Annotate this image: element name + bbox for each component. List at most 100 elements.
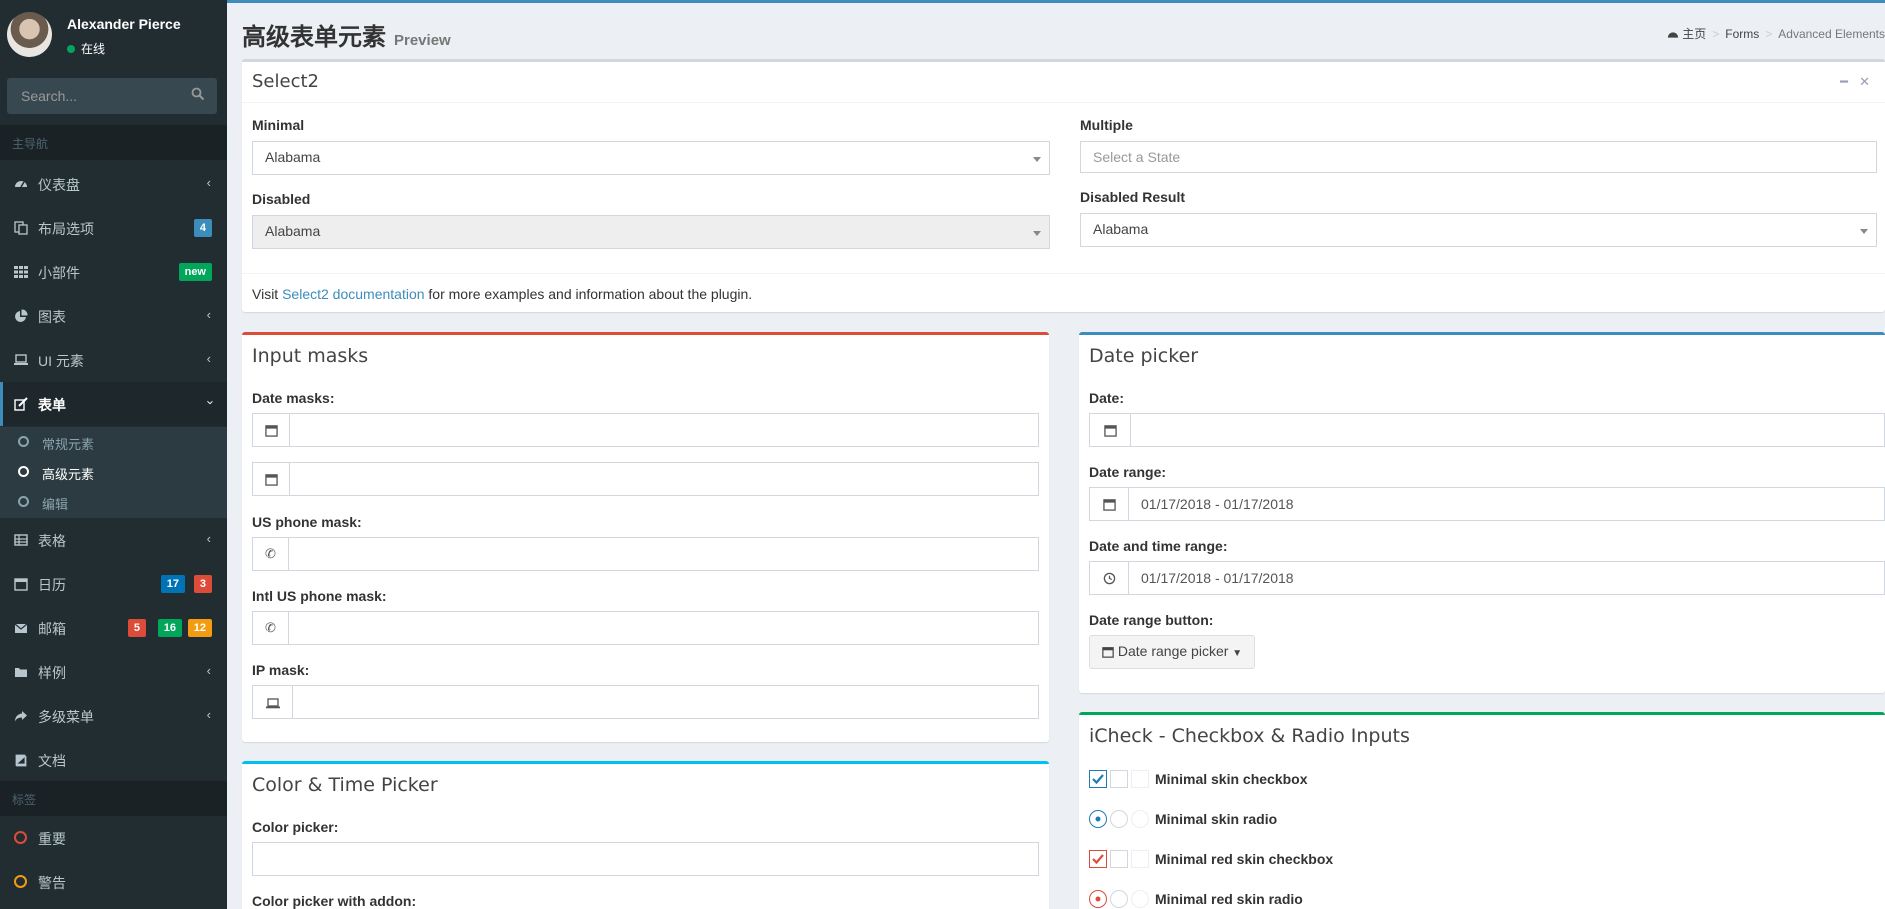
breadcrumb-forms[interactable]: Forms (1725, 27, 1759, 41)
sidebar-item-widgets[interactable]: 小部件 new (0, 250, 227, 294)
select2-docs-link[interactable]: Select2 documentation (282, 286, 424, 302)
circle-icon (18, 436, 29, 447)
us-phone-input[interactable] (288, 537, 1039, 571)
book-icon (14, 753, 28, 767)
date-range-label: Date range: (1089, 464, 1167, 480)
sidebar-search-input[interactable] (7, 78, 182, 114)
radio-unselected[interactable] (1110, 890, 1128, 908)
chevron-left-icon: ‹ (206, 707, 211, 722)
box-title: Color & Time Picker (252, 774, 438, 796)
submenu-item-general[interactable]: 常规元素 (0, 427, 227, 457)
submenu-item-label: 常规元素 (42, 437, 95, 452)
forms-submenu: 常规元素 高级元素 编辑 (0, 427, 227, 518)
calendar-icon (1089, 487, 1129, 521)
submenu-item-advanced[interactable]: 高级元素 (0, 457, 227, 487)
online-dot-icon (67, 45, 75, 53)
input-masks-box: Input masks Date masks: US phone mask: ✆… (242, 332, 1049, 742)
date-time-range-group (1089, 561, 1885, 595)
checkbox-unchecked[interactable] (1110, 850, 1128, 868)
breadcrumb-home[interactable]: 主页 (1682, 27, 1706, 41)
sidebar-item-forms[interactable]: 表单 ‹ (0, 382, 227, 426)
date-mask-input-2[interactable] (289, 462, 1039, 496)
page-subtitle: Preview (394, 32, 451, 49)
sidebar-item-docs[interactable]: 文档 (0, 738, 227, 782)
circle-icon (18, 466, 29, 477)
sidebar-item-dashboard[interactable]: 仪表盘 ‹ (0, 162, 227, 206)
sidebar-item-tables[interactable]: 表格 ‹ (0, 518, 227, 562)
date-input[interactable] (1130, 413, 1885, 447)
multiple-select[interactable]: Select a State (1080, 141, 1877, 173)
radio-unselected[interactable] (1110, 810, 1128, 828)
search-icon[interactable] (191, 87, 209, 105)
sidebar-label-warning[interactable]: 警告 (0, 860, 227, 904)
sidebar-item-label: 小部件 (38, 265, 80, 281)
close-icon[interactable]: ✕ (1859, 74, 1870, 90)
color-time-box: Color & Time Picker Color picker: Color … (242, 761, 1049, 909)
date-mask-input-1[interactable] (289, 413, 1039, 447)
sidebar-item-label: 表格 (38, 533, 66, 549)
color-picker-label: Color picker: (252, 819, 339, 835)
user-avatar (7, 12, 52, 57)
checkbox-unchecked[interactable] (1110, 770, 1128, 788)
calendar-icon (1102, 643, 1114, 659)
pie-chart-icon (14, 309, 28, 323)
sidebar-item-ui-elements[interactable]: UI 元素 ‹ (0, 338, 227, 382)
user-name: Alexander Pierce (67, 16, 181, 32)
caret-down-icon (1860, 229, 1868, 234)
checkbox-label: Minimal skin checkbox (1155, 771, 1308, 787)
sidebar-label-important[interactable]: 重要 (0, 816, 227, 860)
ip-mask-input[interactable] (292, 685, 1039, 719)
check-icon[interactable] (1089, 850, 1107, 868)
disabled-result-label: Disabled Result (1080, 189, 1186, 205)
us-phone-group: ✆ (252, 537, 1039, 571)
nav-header-labels: 标签 (0, 781, 227, 816)
date-range-input[interactable] (1128, 487, 1885, 521)
date-mask-group-2 (252, 462, 1039, 496)
breadcrumb-separator: > (1712, 27, 1720, 41)
laptop-icon (14, 353, 28, 367)
circle-icon (18, 496, 29, 507)
user-status-text: 在线 (81, 42, 106, 56)
calendar-count-badge: 17 (160, 575, 185, 593)
color-picker-input[interactable] (252, 842, 1039, 876)
radio-disabled (1131, 810, 1149, 828)
sidebar-item-label: 表单 (38, 397, 66, 413)
button-text: Date range picker (1117, 643, 1229, 659)
sidebar-item-multilevel[interactable]: 多级菜单 ‹ (0, 694, 227, 738)
submenu-item-label: 编辑 (42, 497, 69, 512)
breadcrumb-separator: > (1765, 27, 1773, 41)
icheck-row-red-radio: Minimal red skin radio (1089, 890, 1789, 909)
folder-icon (14, 665, 28, 679)
submenu-item-editors[interactable]: 编辑 (0, 487, 227, 517)
page-title-text: 高级表单元素 (242, 24, 386, 51)
sidebar-item-calendar[interactable]: 日历 17 3 (0, 562, 227, 606)
footer-suffix: for more examples and information about … (424, 286, 753, 302)
breadcrumb-current: Advanced Elements (1778, 27, 1885, 41)
disabled-result-select[interactable]: Alabama (1080, 213, 1877, 247)
chevron-left-icon: ‹ (206, 175, 211, 190)
minimize-icon[interactable]: ━ (1840, 74, 1848, 90)
radio-selected-icon[interactable] (1089, 810, 1107, 828)
sidebar-item-label: 布局选项 (38, 221, 94, 237)
color-picker-addon-label: Color picker with addon: (252, 893, 417, 909)
sidebar-item-mailbox[interactable]: 邮箱 5 16 12 (0, 606, 227, 650)
date-range-picker-button[interactable]: Date range picker ▼ (1089, 635, 1256, 669)
intl-phone-input[interactable] (288, 611, 1039, 645)
date-time-range-input[interactable] (1128, 561, 1885, 595)
intl-phone-label: Intl US phone mask: (252, 588, 387, 604)
date-time-range-label: Date and time range: (1089, 538, 1228, 554)
date-range-button-label: Date range button: (1089, 612, 1214, 628)
layout-count-badge: 4 (193, 219, 212, 237)
sidebar-item-charts[interactable]: 图表 ‹ (0, 294, 227, 338)
sidebar-item-examples[interactable]: 样例 ‹ (0, 650, 227, 694)
us-phone-label: US phone mask: (252, 514, 362, 530)
sidebar-item-layout[interactable]: 布局选项 4 (0, 206, 227, 250)
page-title: 高级表单元素 Preview (242, 17, 451, 52)
radio-selected-icon[interactable] (1089, 890, 1107, 908)
calendar-icon (252, 462, 290, 496)
check-icon[interactable] (1089, 770, 1107, 788)
calendar-alert-badge: 3 (193, 575, 212, 593)
mail-yellow-badge: 12 (187, 619, 212, 637)
sidebar-item-label: 日历 (38, 577, 66, 593)
minimal-select[interactable]: Alabama (252, 141, 1050, 175)
